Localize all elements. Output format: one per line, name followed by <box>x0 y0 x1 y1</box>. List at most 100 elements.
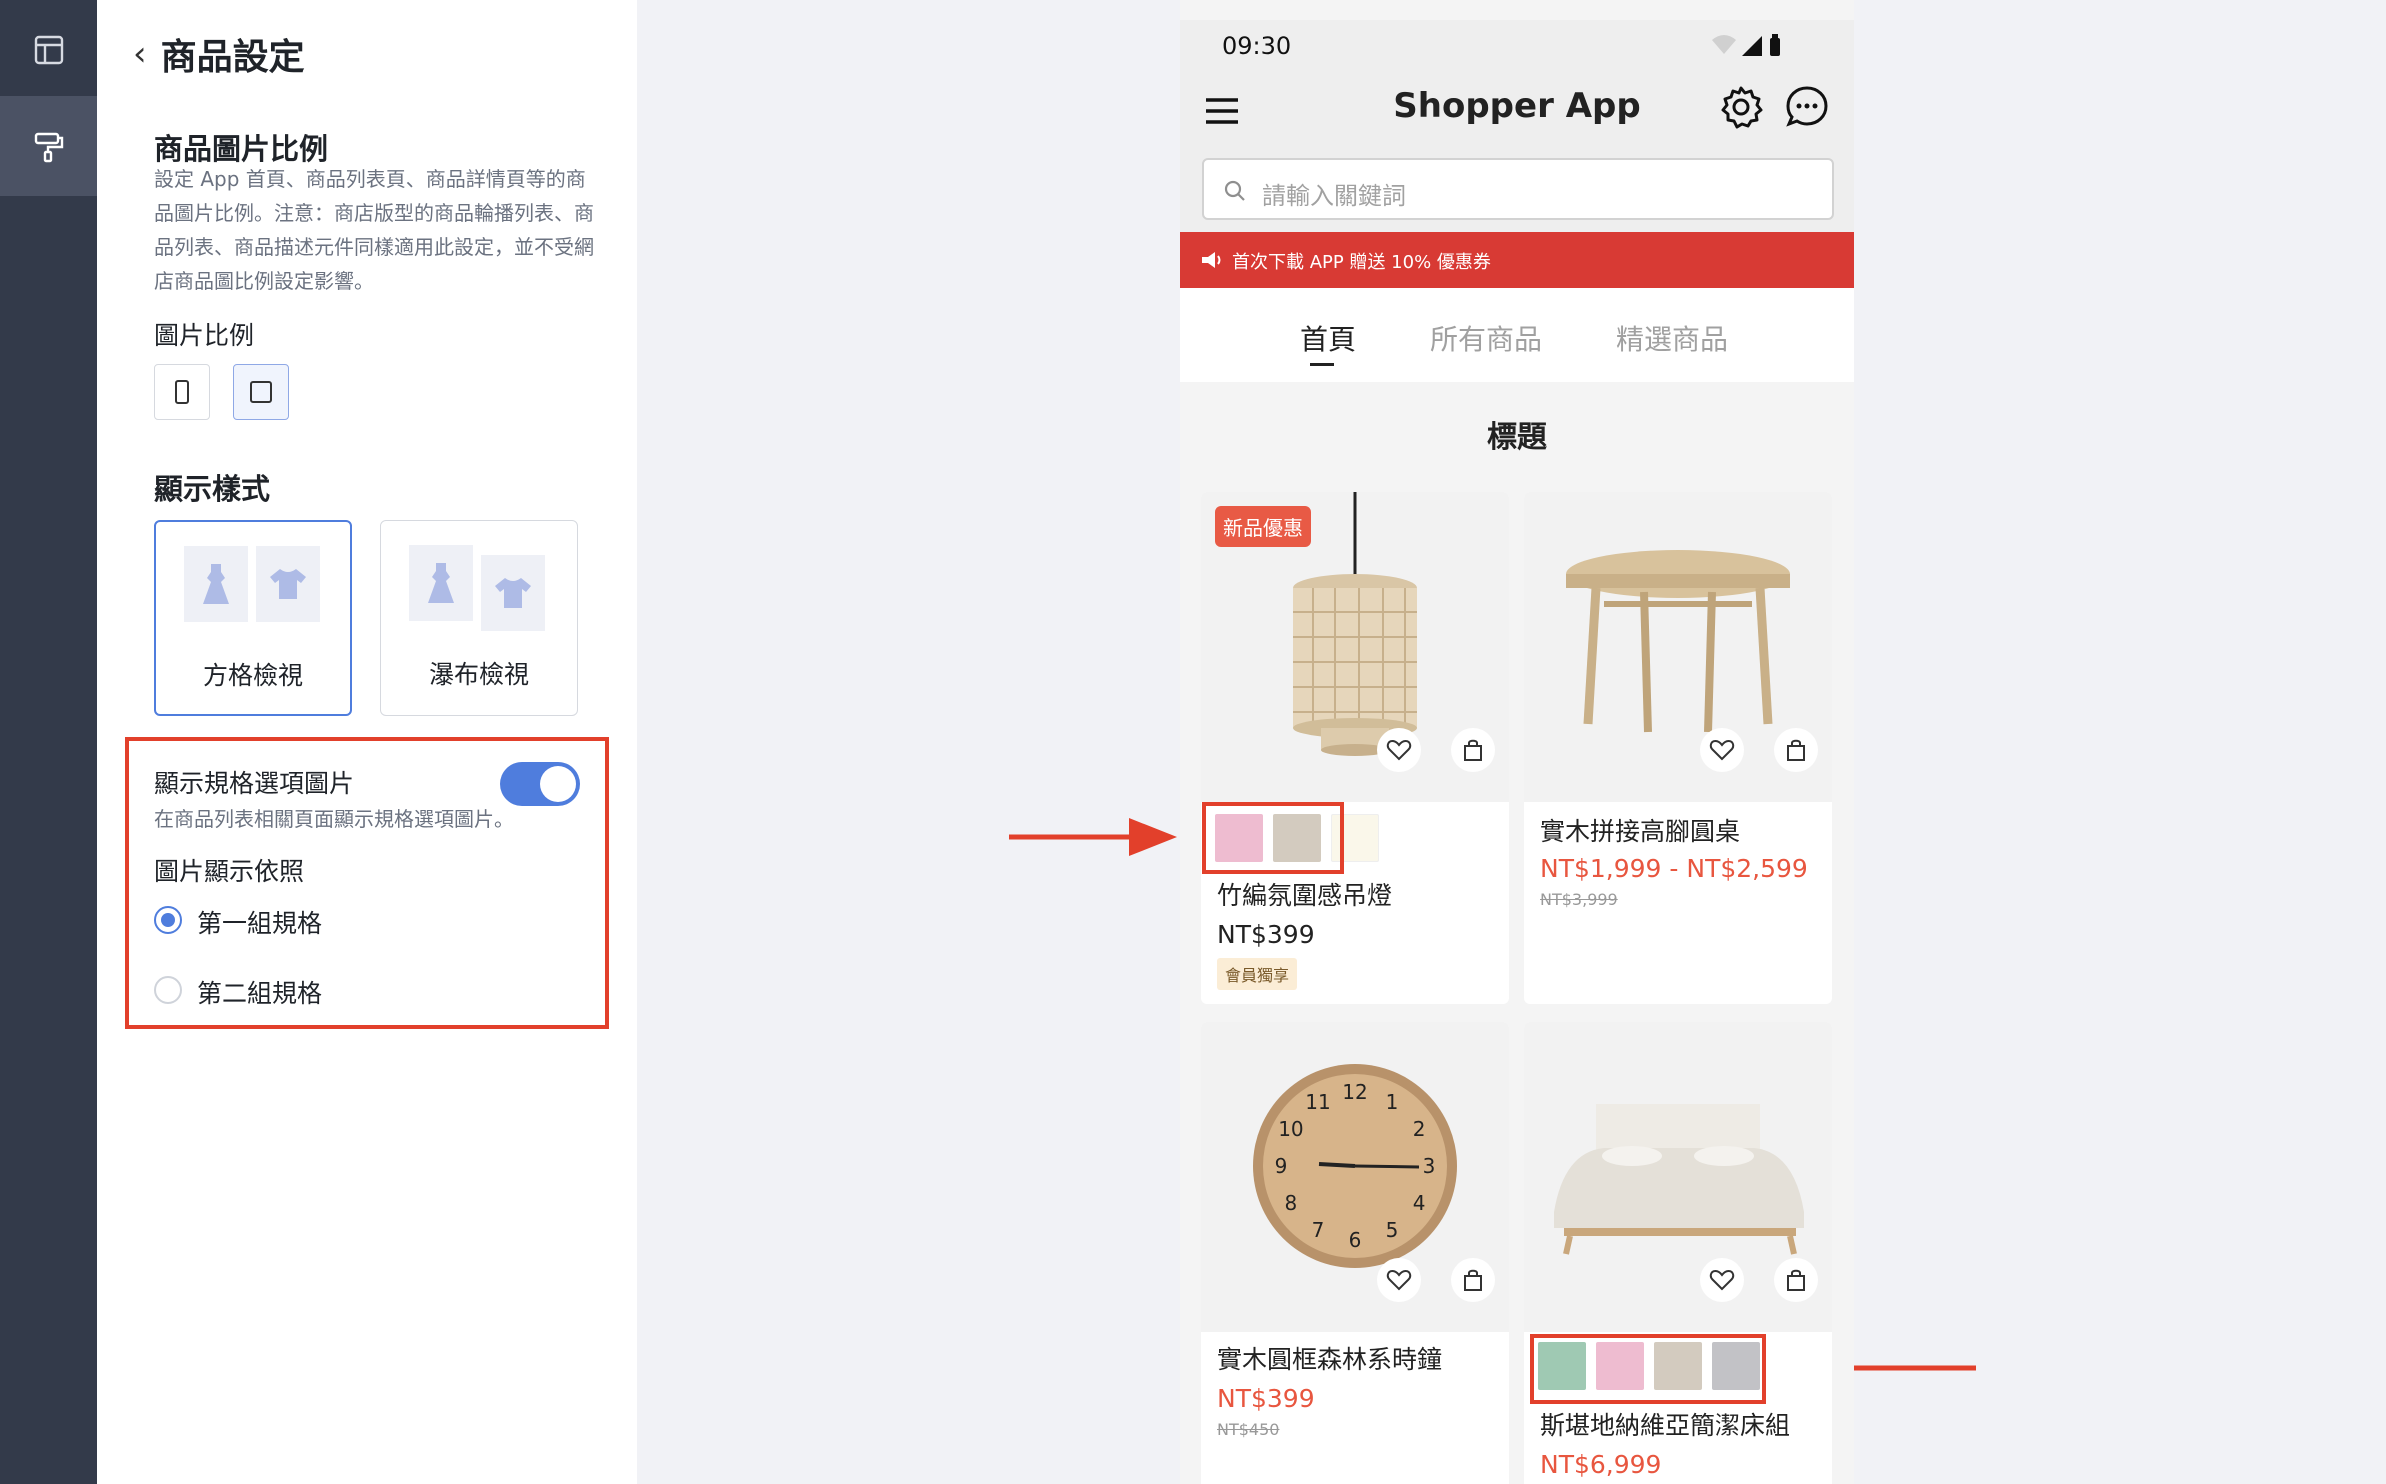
promo-text: 首次下載 APP 贈送 10% 優惠券 <box>1232 252 1491 273</box>
wishlist-button[interactable] <box>1700 1258 1744 1302</box>
product-price: NT$6,999 <box>1540 1450 1662 1479</box>
style-option-label: 瀑布檢視 <box>428 660 529 689</box>
clock-number: 2 <box>1413 1117 1426 1141</box>
product-card[interactable]: 實木拼接高腳圓桌 NT$1,999 - NT$2,599 NT$3,999 <box>1524 492 1832 1004</box>
variant-toggle-description: 在商品列表相關頁面顯示規格選項圖片。 <box>154 807 514 831</box>
side-rail <box>0 0 97 1484</box>
dress-thumb-icon <box>409 545 473 621</box>
arrow-right-icon <box>1009 818 1177 856</box>
product-name: 竹編氛圍感吊燈 <box>1217 881 1393 910</box>
paint-roller-icon <box>34 132 63 163</box>
clock-number: 12 <box>1342 1080 1367 1104</box>
tab-featured[interactable]: 精選商品 <box>1616 318 1728 358</box>
product-price: NT$399 <box>1217 920 1315 949</box>
heart-icon <box>1709 739 1735 761</box>
gear-icon[interactable] <box>1718 84 1764 130</box>
add-to-cart-button[interactable] <box>1774 1258 1818 1302</box>
ratio-label: 圖片比例 <box>154 321 255 350</box>
clock-number: 6 <box>1349 1228 1362 1252</box>
header: ‹ 商品設定 <box>133 28 305 80</box>
battery-icon <box>1770 38 1780 56</box>
phone-preview: 09:30 Shopper App 請輸入關鍵詞 首次下載 APP 贈送 10% <box>1180 0 1854 1484</box>
clock-number: 8 <box>1285 1191 1298 1215</box>
chat-bubble-icon[interactable] <box>1784 84 1830 130</box>
megaphone-icon <box>1202 252 1221 268</box>
clock-number: 4 <box>1413 1191 1426 1215</box>
add-to-cart-button[interactable] <box>1451 728 1495 772</box>
dress-thumb-icon <box>184 546 248 622</box>
clock-number: 10 <box>1278 1117 1303 1141</box>
tab-home[interactable]: 首頁 <box>1300 318 1356 358</box>
radio-second-spec[interactable] <box>154 976 182 1004</box>
add-to-cart-button[interactable] <box>1451 1258 1495 1302</box>
tab-all-products[interactable]: 所有商品 <box>1430 318 1542 358</box>
product-name: 實木拼接高腳圓桌 <box>1540 817 1741 846</box>
style-option-label: 方格檢視 <box>202 661 303 690</box>
tshirt-thumb-icon <box>256 546 320 622</box>
ratio-option-square[interactable] <box>233 364 289 420</box>
square-ratio-icon <box>250 381 272 403</box>
image-basis-label: 圖片顯示依照 <box>154 857 305 886</box>
heart-icon <box>1709 1269 1735 1291</box>
swatch-highlight <box>1530 1334 1766 1404</box>
original-price: NT$3,999 <box>1540 890 1618 909</box>
section-title: 標題 <box>1487 420 1547 455</box>
style-option-grid[interactable]: 方格檢視 <box>154 520 352 716</box>
shopping-bag-icon <box>1787 1269 1805 1291</box>
search-placeholder: 請輸入關鍵詞 <box>1262 182 1406 210</box>
portrait-ratio-icon <box>175 380 189 404</box>
shopping-bag-icon <box>1464 1269 1482 1291</box>
toggle-knob <box>540 766 576 802</box>
product-card[interactable]: 斯堪地納維亞簡潔床組 NT$6,999 <box>1524 1022 1832 1484</box>
member-exclusive-tag: 會員獨享 <box>1217 958 1298 990</box>
active-tab-indicator <box>1310 363 1334 366</box>
clock-number: 5 <box>1386 1218 1399 1242</box>
wifi-icon <box>1712 35 1736 54</box>
image-ratio-description: 設定 App 首頁、商品列表頁、商品詳情頁等的商品圖片比例。注意：商店版型的商品… <box>154 167 594 293</box>
promo-banner[interactable]: 首次下載 APP 贈送 10% 優惠券 <box>1180 232 1854 288</box>
page-title: 商品設定 <box>160 37 305 78</box>
swatch-highlight <box>1202 802 1344 874</box>
tshirt-thumb-icon <box>481 555 545 631</box>
product-name: 斯堪地納維亞簡潔床組 <box>1540 1411 1791 1440</box>
original-price: NT$450 <box>1217 1420 1280 1439</box>
clock-number: 11 <box>1305 1090 1330 1114</box>
signal-icon <box>1742 36 1762 56</box>
design-nav-button[interactable] <box>0 96 97 196</box>
tab-bar: 首頁 所有商品 精選商品 <box>1180 288 1854 382</box>
new-product-badge: 新品優惠 <box>1215 506 1311 547</box>
status-time: 09:30 <box>1222 32 1292 60</box>
radio-second-spec-label[interactable]: 第二組規格 <box>197 974 322 1010</box>
clock-number: 3 <box>1423 1154 1436 1178</box>
back-chevron-icon[interactable]: ‹ <box>133 37 147 71</box>
layout-nav-button[interactable] <box>0 0 97 100</box>
heart-icon <box>1386 739 1412 761</box>
variant-image-toggle[interactable] <box>500 762 580 806</box>
product-card[interactable]: 12 1 2 3 4 5 6 7 8 9 10 11 實木圓框森林系時鐘 NT$399 NT$450 <box>1201 1022 1509 1484</box>
clock-number: 9 <box>1275 1154 1288 1178</box>
settings-panel: ‹ 商品設定 商品圖片比例 設定 App 首頁、商品列表頁、商品詳情頁等的商品圖… <box>97 0 637 1484</box>
wishlist-button[interactable] <box>1377 728 1421 772</box>
wishlist-button[interactable] <box>1700 728 1744 772</box>
ratio-option-portrait[interactable] <box>154 364 210 420</box>
shopping-bag-icon <box>1787 739 1805 761</box>
status-icons <box>1712 34 1780 56</box>
display-style-title: 顯示樣式 <box>154 472 271 506</box>
clock-number: 1 <box>1386 1090 1399 1114</box>
add-to-cart-button[interactable] <box>1774 728 1818 772</box>
product-price: NT$399 <box>1217 1384 1315 1413</box>
wishlist-button[interactable] <box>1377 1258 1421 1302</box>
layout-icon <box>34 35 63 65</box>
clock-number: 7 <box>1312 1218 1325 1242</box>
variant-toggle-label: 顯示規格選項圖片 <box>154 769 355 798</box>
heart-icon <box>1386 1269 1412 1291</box>
product-name: 實木圓框森林系時鐘 <box>1217 1345 1443 1374</box>
search-input[interactable]: 請輸入關鍵詞 <box>1202 158 1834 220</box>
radio-first-spec[interactable] <box>154 906 182 934</box>
radio-first-spec-label[interactable]: 第一組規格 <box>197 904 322 940</box>
style-option-masonry[interactable]: 瀑布檢視 <box>380 520 578 716</box>
shopping-bag-icon <box>1464 739 1482 761</box>
search-icon <box>1224 180 1245 201</box>
product-card[interactable]: 新品優惠 竹編氛圍感吊燈 NT$399 會員獨享 <box>1201 492 1509 1004</box>
product-price: NT$1,999 - NT$2,599 <box>1540 854 1808 883</box>
